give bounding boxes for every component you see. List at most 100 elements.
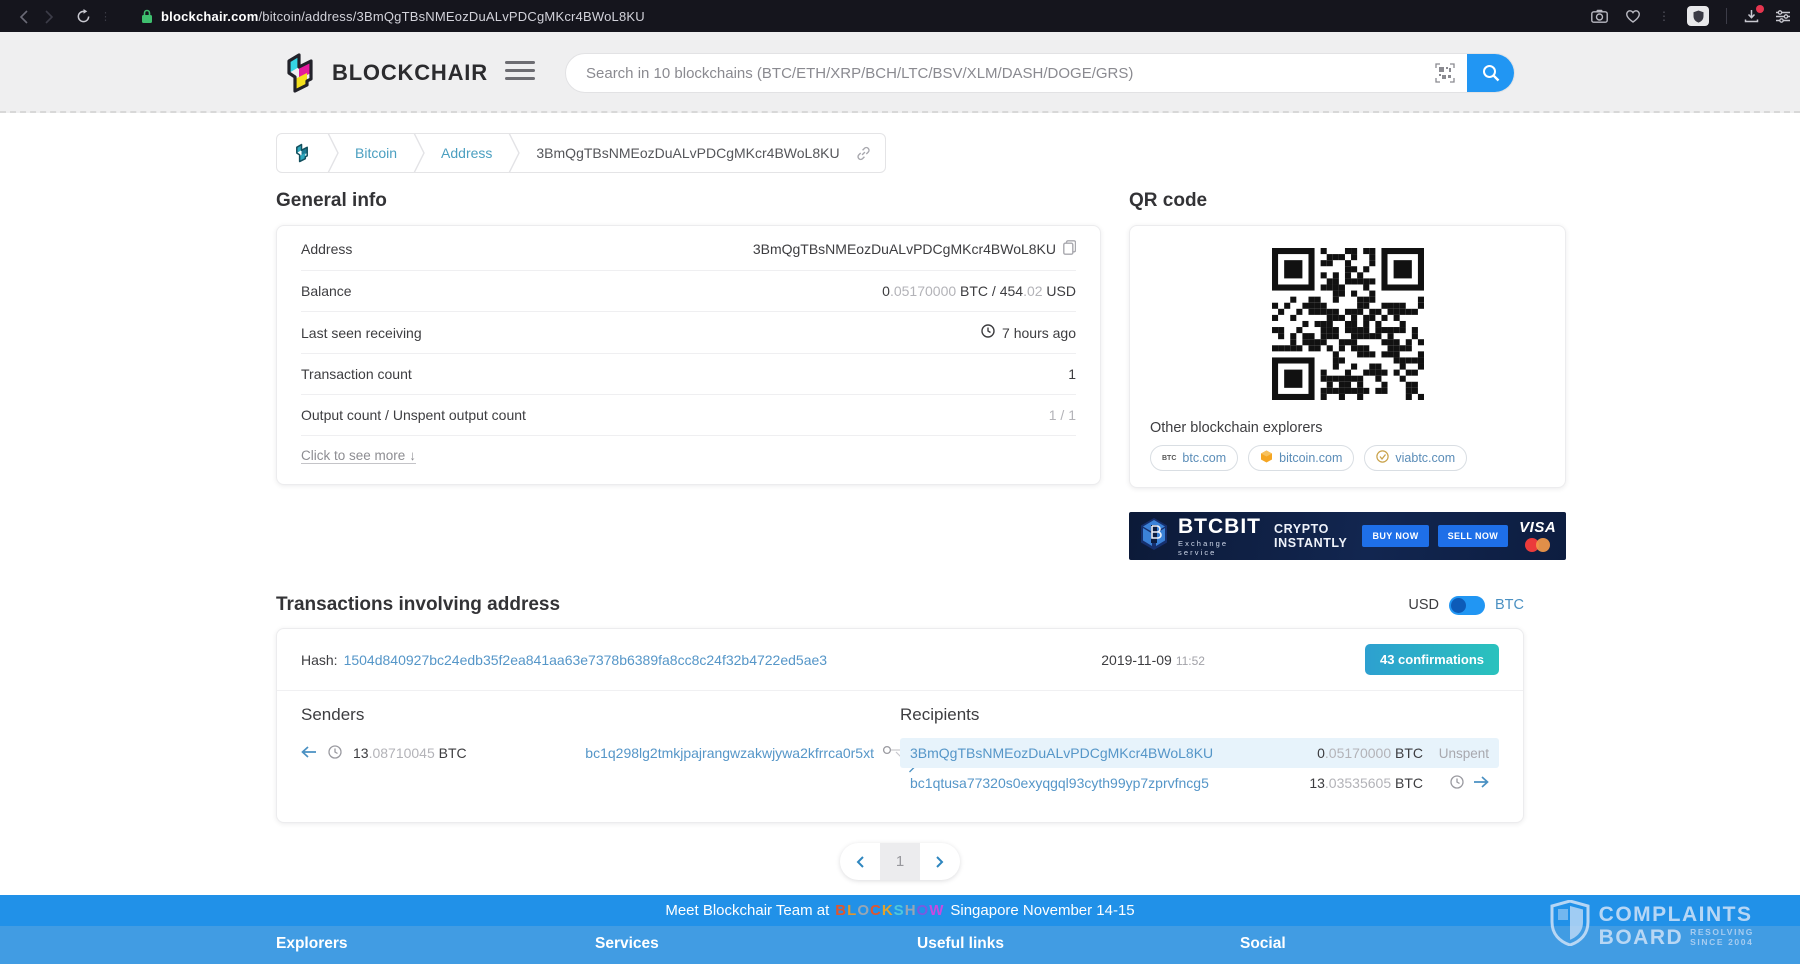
footer: Meet Blockchair Team at BLOCKSHOW Singap… bbox=[0, 895, 1800, 964]
balance-value: 0.05170000 BTC / 454.02 USD bbox=[882, 283, 1076, 299]
menu-hamburger-icon[interactable] bbox=[505, 61, 535, 80]
incoming-arrow-icon[interactable] bbox=[301, 745, 317, 761]
footer-col-explorers: Explorers bbox=[276, 935, 595, 953]
transaction-card: Hash: 1504d840927bc24edb35f2ea841aa63e73… bbox=[276, 628, 1524, 823]
breadcrumb-section-link[interactable]: Address bbox=[425, 134, 508, 172]
prev-page-button[interactable] bbox=[840, 843, 880, 880]
downloads-icon[interactable] bbox=[1744, 9, 1759, 23]
next-page-button[interactable] bbox=[920, 843, 960, 880]
breadcrumb-address: 3BmQgTBsNMEozDuALvPDCgMKcr4BWoL8KU bbox=[520, 134, 855, 172]
address-bar[interactable]: blockchair.com/bitcoin/address/3BmQgTBsN… bbox=[161, 9, 645, 24]
toolbar-divider bbox=[1726, 8, 1727, 24]
magnifier-icon bbox=[1482, 64, 1500, 82]
currency-usd-label[interactable]: USD bbox=[1408, 597, 1439, 613]
clock-icon[interactable] bbox=[328, 745, 342, 762]
recipient-address-link[interactable]: bc1qtusa77320s0exyqgql93cyth99yp7zprvfnc… bbox=[910, 775, 1309, 791]
info-row-balance: Balance 0.05170000 BTC / 454.02 USD bbox=[301, 271, 1076, 312]
recipients-column: Recipients 3BmQgTBsNMEozDuALvPDCgMKcr4BW… bbox=[900, 705, 1499, 798]
explorer-btc-com[interactable]: BTC btc.com bbox=[1150, 445, 1238, 471]
tx-time: 11:52 bbox=[1176, 654, 1205, 668]
confirmations-badge[interactable]: 43 confirmations bbox=[1365, 644, 1499, 675]
see-more-link[interactable]: Click to see more↓ bbox=[301, 448, 416, 464]
browser-forward-icon[interactable] bbox=[36, 6, 62, 26]
permalink-icon[interactable] bbox=[856, 146, 885, 161]
explorer-links: BTC btc.com bitcoin.com viabtc.com bbox=[1150, 445, 1545, 471]
transactions-header: Transactions involving address USD BTC bbox=[276, 594, 1524, 616]
currency-toggle-switch[interactable] bbox=[1449, 596, 1485, 615]
qr-scan-icon[interactable] bbox=[1435, 63, 1455, 83]
breadcrumb-chevron-icon bbox=[413, 133, 425, 173]
banner-text-pre: Meet Blockchair Team at bbox=[665, 902, 829, 919]
info-label: Last seen receiving bbox=[301, 325, 422, 341]
ad-sell-now-button[interactable]: SELL NOW bbox=[1438, 525, 1509, 547]
snapshot-camera-icon[interactable] bbox=[1591, 9, 1608, 23]
qr-card: Other blockchain explorers BTC btc.com b… bbox=[1129, 225, 1566, 488]
https-lock-icon[interactable] bbox=[141, 9, 153, 24]
download-notification-dot bbox=[1756, 5, 1764, 13]
ad-buy-now-button[interactable]: BUY NOW bbox=[1362, 525, 1428, 547]
general-info-card: Address 3BmQgTBsNMEozDuALvPDCgMKcr4BWoL8… bbox=[276, 225, 1101, 485]
btcbit-ad-banner[interactable]: BTCBIT Exchange service CRYPTOINSTANTLY … bbox=[1129, 512, 1566, 560]
senders-column: Senders 13.08710045 BTC bc1q298lg2tmkjpa… bbox=[301, 705, 900, 798]
breadcrumb-chain-link[interactable]: Bitcoin bbox=[339, 134, 413, 172]
see-more-row: Click to see more↓ bbox=[301, 436, 1076, 474]
btc-com-icon: BTC bbox=[1162, 455, 1176, 462]
brand-name: BLOCKCHAIR bbox=[332, 60, 488, 86]
general-info-section: General info Address 3BmQgTBsNMEozDuALvP… bbox=[276, 190, 1101, 560]
search-button[interactable] bbox=[1467, 53, 1514, 93]
recipient-row: bc1qtusa77320s0exyqgql93cyth99yp7zprvfnc… bbox=[900, 768, 1499, 798]
chrome-separator: ⋮ bbox=[100, 10, 111, 23]
tx-hash-link[interactable]: 1504d840927bc24edb35f2ea841aa63e7378b638… bbox=[344, 652, 827, 668]
watermark-line1: COMPLAINTS bbox=[1599, 904, 1754, 925]
bitcoin-com-icon bbox=[1260, 450, 1273, 466]
currency-toggle-group: USD BTC bbox=[1408, 596, 1524, 615]
tx-io-area: Senders 13.08710045 BTC bc1q298lg2tmkjpa… bbox=[277, 691, 1523, 822]
main-content: Bitcoin Address 3BmQgTBsNMEozDuALvPDCgMK… bbox=[276, 113, 1524, 880]
blockshow-banner[interactable]: Meet Blockchair Team at BLOCKSHOW Singap… bbox=[0, 895, 1800, 926]
url-domain: blockchair.com bbox=[161, 9, 258, 24]
recipient-amount: 13.03535605 BTC bbox=[1309, 775, 1423, 791]
tx-date: 2019-11-0911:52 bbox=[1101, 652, 1205, 668]
bookmarks-heart-icon[interactable] bbox=[1625, 9, 1641, 23]
recipient-address-link[interactable]: 3BmQgTBsNMEozDuALvPDCgMKcr4BWoL8KU bbox=[910, 745, 1317, 761]
extension-shield-icon[interactable] bbox=[1687, 6, 1709, 26]
info-row-tx-count: Transaction count 1 bbox=[301, 354, 1076, 395]
settings-sliders-icon[interactable] bbox=[1776, 10, 1790, 23]
blockchair-logo[interactable]: BLOCKCHAIR bbox=[281, 51, 488, 95]
browser-reload-icon[interactable] bbox=[70, 6, 96, 26]
sender-amount: 13.08710045 BTC bbox=[353, 745, 467, 761]
site-header: BLOCKCHAIR bbox=[0, 32, 1800, 113]
banner-text-post: Singapore November 14-15 bbox=[950, 902, 1134, 919]
screen: ⋮ blockchair.com/bitcoin/address/3BmQgTB… bbox=[0, 0, 1800, 964]
senders-title: Senders bbox=[301, 705, 900, 725]
search-input[interactable] bbox=[566, 65, 1435, 82]
watermark-line2: BOARD bbox=[1599, 927, 1684, 948]
general-info-title: General info bbox=[276, 190, 1101, 212]
ad-tagline: Exchange service bbox=[1178, 539, 1261, 557]
url-path: /bitcoin/address/3BmQgTBsNMEozDuALvPDCgM… bbox=[258, 9, 644, 24]
info-row-address: Address 3BmQgTBsNMEozDuALvPDCgMKcr4BWoL8… bbox=[301, 228, 1076, 271]
down-arrow-icon: ↓ bbox=[409, 448, 416, 463]
outgoing-arrow-icon[interactable] bbox=[1473, 775, 1489, 791]
explorer-viabtc-com[interactable]: viabtc.com bbox=[1364, 445, 1467, 471]
more-options-icon[interactable]: ⋮ bbox=[1658, 9, 1670, 23]
recipient-amount: 0.05170000 BTC bbox=[1317, 745, 1423, 761]
currency-btc-label[interactable]: BTC bbox=[1495, 597, 1524, 613]
browser-chrome: ⋮ blockchair.com/bitcoin/address/3BmQgTB… bbox=[0, 0, 1800, 32]
unspent-status-badge: Unspent bbox=[1433, 746, 1489, 761]
sender-address-link[interactable]: bc1q298lg2tmkjpajrangwzakwjywa2kfrrca0r5… bbox=[585, 745, 874, 761]
info-row-last-seen: Last seen receiving 7 hours ago bbox=[301, 312, 1076, 354]
info-label: Address bbox=[301, 241, 352, 257]
explorer-bitcoin-com[interactable]: bitcoin.com bbox=[1248, 445, 1354, 471]
pagination: 1 bbox=[276, 843, 1524, 880]
info-row-output-count: Output count / Unspent output count 1 / … bbox=[301, 395, 1076, 436]
browser-back-icon[interactable] bbox=[10, 6, 36, 26]
clock-icon[interactable] bbox=[1450, 775, 1464, 792]
ad-promo-text: CRYPTOINSTANTLY bbox=[1274, 522, 1347, 551]
qr-section: QR code Other blockchain explorers BTC b… bbox=[1129, 190, 1566, 560]
breadcrumb-home-icon[interactable] bbox=[277, 134, 327, 172]
copy-icon[interactable] bbox=[1063, 240, 1076, 258]
complaintsboard-watermark: COMPLAINTS BOARD RESOLVING SINCE 2004 bbox=[1550, 900, 1754, 951]
qr-code-image bbox=[1150, 248, 1545, 400]
transactions-title: Transactions involving address bbox=[276, 594, 560, 616]
